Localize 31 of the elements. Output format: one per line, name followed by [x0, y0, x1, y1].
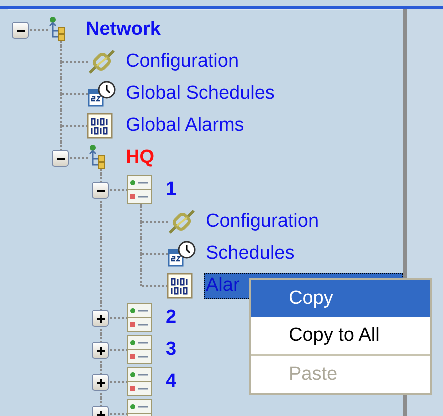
chain-link-icon: [167, 208, 197, 236]
binary-icon: [87, 113, 113, 139]
collapse-button[interactable]: [12, 22, 29, 39]
collapse-button[interactable]: [52, 150, 69, 167]
tree-item[interactable]: Schedules: [204, 241, 297, 267]
calendar-clock-icon: [167, 240, 197, 268]
controller-icon: [127, 303, 153, 333]
plus-icon: [96, 314, 106, 324]
tree-item[interactable]: Global Schedules: [124, 81, 277, 107]
tree-item[interactable]: 3: [164, 337, 179, 363]
binary-icon: [167, 273, 193, 299]
menu-item[interactable]: Copy to All: [251, 317, 430, 354]
controller-icon: [127, 367, 153, 397]
collapse-button[interactable]: [92, 182, 109, 199]
tree-item[interactable]: Configuration: [204, 209, 322, 235]
plus-icon: [96, 378, 106, 388]
plus-icon: [96, 346, 106, 356]
controller-icon: [127, 175, 153, 205]
tree-item[interactable]: 2: [164, 305, 179, 331]
controller-icon: [127, 335, 153, 365]
chain-link-icon: [87, 48, 117, 76]
tree-item[interactable]: Configuration: [124, 49, 242, 75]
tree-item[interactable]: Global Alarms: [124, 113, 246, 139]
expand-button[interactable]: [92, 310, 109, 327]
menu-item[interactable]: Copy: [251, 280, 430, 317]
tree-item[interactable]: 4: [164, 369, 179, 395]
expand-button[interactable]: [92, 374, 109, 391]
calendar-clock-icon: [87, 80, 117, 108]
tree-item[interactable]: Network: [84, 17, 163, 43]
tree-item[interactable]: 1: [164, 177, 179, 203]
expand-button[interactable]: [92, 342, 109, 359]
